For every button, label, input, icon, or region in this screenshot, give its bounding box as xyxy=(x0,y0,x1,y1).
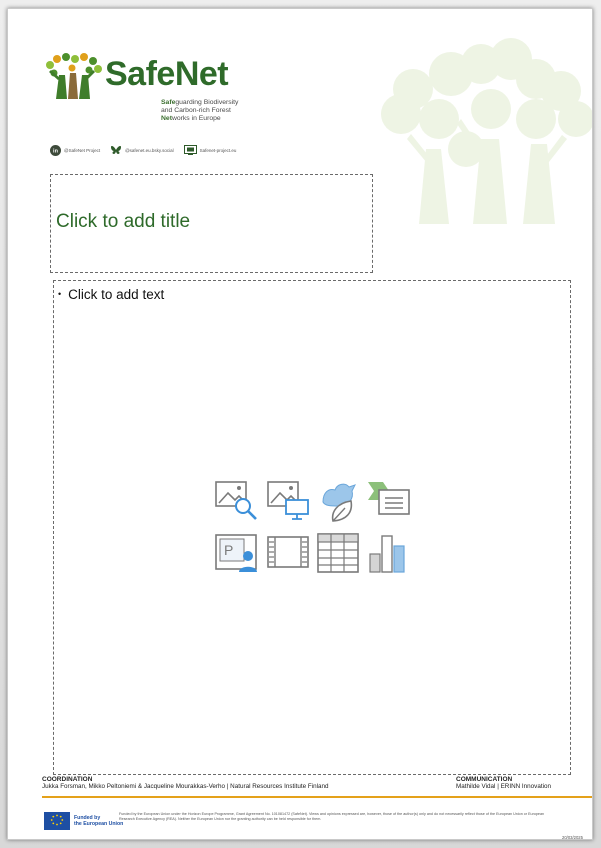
social-website: Safenet-project.eu xyxy=(183,145,237,155)
funding-disclaimer: Funded by the European Union under the H… xyxy=(119,812,545,822)
stock-images-icon[interactable] xyxy=(213,476,261,524)
icons-insert-icon[interactable] xyxy=(315,476,363,524)
social-linkedin: in @SafeNet Project xyxy=(50,144,101,156)
chart-icon[interactable] xyxy=(365,530,413,578)
smartart-icon[interactable] xyxy=(365,476,413,524)
content-placeholder-text: • Click to add text xyxy=(58,287,164,302)
logo-tagline: Safeguarding Biodiversity and Carbon-ric… xyxy=(161,99,239,123)
slide-canvas-background: SafeNet Safeguarding Biodiversity and Ca… xyxy=(0,0,601,848)
communication-heading: COMMUNICATION xyxy=(456,776,513,783)
content-placeholder[interactable]: • Click to add text P xyxy=(53,280,571,775)
coordination-text: Jukka Forsman, Mikko Peltoniemi & Jacque… xyxy=(42,783,329,791)
website-icon xyxy=(183,145,197,155)
cameo-icon[interactable]: P xyxy=(213,530,261,578)
video-icon[interactable] xyxy=(265,530,313,578)
social-website-label: Safenet-project.eu xyxy=(199,147,237,153)
coordination-heading: COORDINATION xyxy=(42,776,93,783)
title-placeholder-text: Click to add title xyxy=(56,211,191,232)
eu-funding-label: Funded by the European Union xyxy=(74,814,124,827)
safenet-wordmark: SafeNet xyxy=(105,55,229,93)
eu-funding-badge: Funded by the European Union xyxy=(44,812,123,830)
insert-content-icons: P xyxy=(205,476,415,580)
bullet-marker: • xyxy=(58,289,62,299)
linkedin-icon: in xyxy=(50,144,61,156)
bluesky-icon xyxy=(111,146,122,154)
content-placeholder-label: Click to add text xyxy=(68,287,165,302)
svg-text:P: P xyxy=(224,542,233,558)
table-icon[interactable] xyxy=(315,530,363,578)
social-bluesky: @safenet.eu.bsky.social xyxy=(110,145,174,155)
communication-text: Mathilde Vidal | ERINN Innovation xyxy=(456,783,551,791)
slide[interactable]: SafeNet Safeguarding Biodiversity and Ca… xyxy=(7,8,593,840)
picture-icon[interactable] xyxy=(265,476,313,524)
svg-text:in: in xyxy=(53,148,59,154)
eu-flag-icon xyxy=(44,812,70,830)
title-placeholder[interactable]: Click to add title xyxy=(50,174,373,273)
footer-date: 20/03/2025 xyxy=(562,835,583,840)
footer-communication: COMMUNICATION Mathilde Vidal | ERINN Inn… xyxy=(456,776,551,790)
social-links: in @SafeNet Project @safenet.eu.bsky.soc… xyxy=(50,143,246,157)
safenet-logo: SafeNet Safeguarding Biodiversity and Ca… xyxy=(42,53,272,135)
tree-people-logo-icon xyxy=(46,53,102,99)
social-bluesky-label: @safenet.eu.bsky.social xyxy=(125,147,174,153)
social-linkedin-label: @SafeNet Project xyxy=(64,147,101,153)
footer-coordination: COORDINATION Jukka Forsman, Mikko Pelton… xyxy=(42,776,329,790)
footer-divider xyxy=(42,796,592,798)
